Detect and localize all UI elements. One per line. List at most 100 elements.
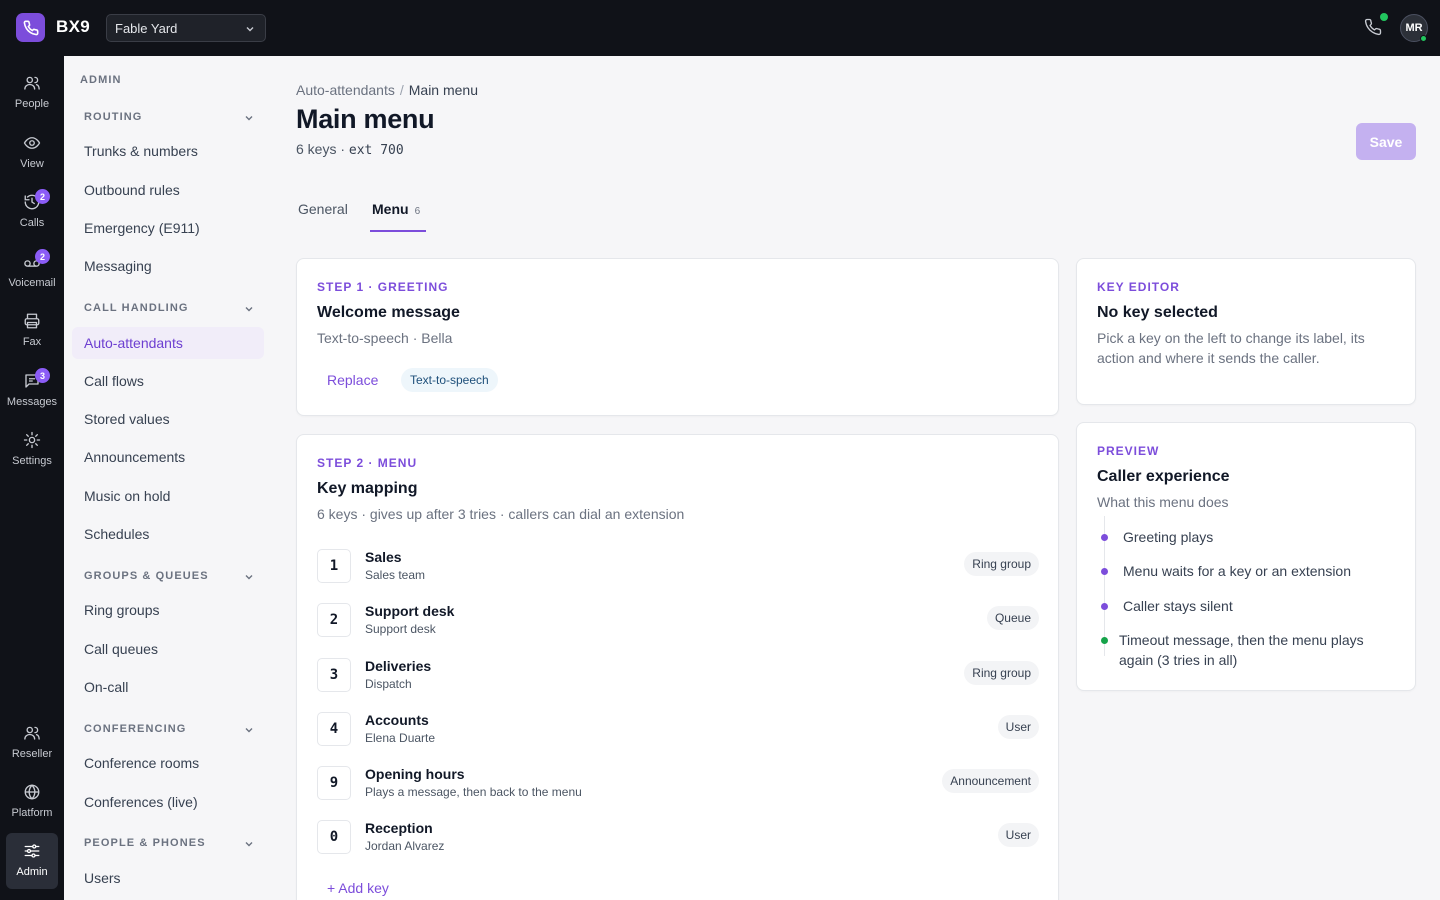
sidebar-item-users[interactable]: Users (84, 870, 121, 886)
rail-item-fax[interactable]: Fax (0, 306, 64, 362)
replace-button[interactable]: Replace (327, 372, 378, 388)
sidebar-item-auto-attendants[interactable]: Auto-attendants (72, 327, 264, 359)
key-editor-help: Pick a key on the left to change its lab… (1097, 330, 1365, 366)
softphone-button[interactable] (1364, 18, 1382, 41)
preview-card: PREVIEW Caller experience What this menu… (1076, 422, 1416, 691)
key-type-badge: Ring group (964, 661, 1039, 685)
section-groups-queues[interactable]: GROUPS & QUEUES (84, 570, 254, 582)
sidebar-item-conference-rooms[interactable]: Conference rooms (84, 755, 199, 771)
extension: ext 700 (348, 143, 404, 158)
sidebar-item-schedules[interactable]: Schedules (84, 526, 149, 542)
sidebar-item-trunks[interactable]: Trunks & numbers (84, 143, 198, 159)
key-name: Support desk (365, 603, 455, 619)
sidebar-heading: ADMIN (80, 74, 122, 86)
sidebar-item-announcements[interactable]: Announcements (84, 449, 185, 465)
rail-item-people[interactable]: People (0, 68, 64, 124)
sidebar-item-call-queues[interactable]: Call queues (84, 641, 158, 657)
add-key-button[interactable]: + Add key (327, 880, 389, 896)
section-title: GROUPS & QUEUES (84, 570, 209, 582)
people-icon (24, 76, 40, 90)
sidebar-item-on-call[interactable]: On-call (84, 679, 128, 695)
rail-item-platform[interactable]: Platform (0, 777, 64, 833)
org-select[interactable]: Fable Yard (106, 14, 266, 42)
key-row[interactable]: 0 Reception Jordan Alvarez User (317, 820, 1039, 856)
sidebar-item-messaging[interactable]: Messaging (84, 258, 152, 274)
card-title: Welcome message (317, 304, 460, 321)
section-call-handling[interactable]: CALL HANDLING (84, 302, 254, 314)
key-row[interactable]: 2 Support desk Support desk Queue (317, 603, 1039, 639)
key-editor-card: KEY EDITOR No key selected Pick a key on… (1076, 258, 1416, 405)
rail-label: Calls (19, 217, 45, 229)
timeline-text: Caller stays silent (1123, 598, 1233, 614)
rail-item-settings[interactable]: Settings (0, 425, 64, 481)
presence-dot (1420, 35, 1427, 42)
key-count: 6 keys · (296, 141, 349, 157)
sun-icon (23, 431, 41, 449)
printer-icon (24, 313, 40, 329)
key-type-badge: User (997, 715, 1039, 739)
step-label: STEP 1 · GREETING (317, 280, 449, 294)
chevron-down-icon (245, 575, 253, 580)
key-destination: Plays a message, then back to the menu (365, 785, 582, 799)
rail-label: Messages (6, 396, 58, 408)
card-title: Key mapping (317, 480, 418, 497)
calls-badge: 2 (35, 189, 50, 204)
key-row[interactable]: 9 Opening hours Plays a message, then ba… (317, 766, 1039, 802)
card-title: Caller experience (1097, 468, 1230, 485)
rail-label: View (20, 158, 44, 170)
messages-badge: 3 (35, 368, 50, 383)
rail-item-admin[interactable]: Admin (6, 833, 58, 889)
sidebar-item-stored-values[interactable]: Stored values (84, 411, 170, 427)
tab-count: 6 (414, 206, 421, 217)
step-label: STEP 2 · MENU (317, 456, 418, 470)
globe-icon (24, 784, 40, 800)
tts-chip: Text-to-speech (401, 368, 498, 392)
sidebar-item-music-on-hold[interactable]: Music on hold (84, 488, 170, 504)
sidebar-item-outbound-rules[interactable]: Outbound rules (84, 182, 180, 198)
sidebar-item-conferences-live[interactable]: Conferences (live) (84, 794, 198, 810)
tab-menu[interactable]: Menu 6 (372, 201, 420, 217)
phone-icon (1364, 18, 1382, 36)
key-row[interactable]: 1 Sales Sales team Ring group (317, 549, 1039, 585)
key-row[interactable]: 4 Accounts Elena Duarte User (317, 712, 1039, 748)
key-type-badge: Announcement (942, 769, 1039, 793)
rail-label: Reseller (11, 748, 53, 760)
timeline-dot (1101, 534, 1108, 541)
section-conferencing[interactable]: CONFERENCING (84, 723, 254, 735)
key-name: Reception (365, 820, 433, 836)
key-digit: 0 (317, 820, 351, 854)
key-destination: Support desk (365, 622, 436, 636)
key-name: Opening hours (365, 766, 465, 782)
rail-item-calls[interactable]: 2 Calls (0, 187, 64, 243)
rail-item-view[interactable]: View (0, 128, 64, 184)
sliders-icon (24, 844, 40, 858)
section-people-phones[interactable]: PEOPLE & PHONES (84, 837, 254, 849)
rail-label: Fax (22, 336, 42, 348)
rail-item-voicemail[interactable]: 2 Voicemail (0, 247, 64, 303)
sidebar-item-emergency[interactable]: Emergency (E911) (84, 220, 200, 236)
tab-label: Menu (372, 201, 409, 217)
timeline-text: Timeout message, then the menu plays aga… (1119, 632, 1364, 668)
timeline-text: Menu waits for a key or an extension (1123, 563, 1352, 579)
timeline-dot-final (1101, 637, 1108, 644)
key-type-badge: Ring group (964, 552, 1039, 576)
card-subtitle: What this menu does (1097, 494, 1229, 510)
phone-icon (23, 20, 38, 35)
key-type-badge: User (997, 823, 1039, 847)
rail-label: Voicemail (8, 277, 56, 289)
card-subtitle: 6 keys · gives up after 3 tries · caller… (317, 506, 685, 522)
rail-item-reseller[interactable]: Reseller (0, 718, 64, 774)
tab-general[interactable]: General (298, 201, 348, 217)
key-name: Sales (365, 549, 402, 565)
section-routing[interactable]: ROUTING (84, 111, 254, 123)
key-destination: Elena Duarte (365, 731, 436, 745)
sidebar-item-call-flows[interactable]: Call flows (84, 373, 144, 389)
timeline-dot (1101, 603, 1108, 610)
sidebar-item-ring-groups[interactable]: Ring groups (84, 602, 160, 618)
key-digit: 1 (317, 549, 351, 583)
app-logo[interactable] (16, 13, 45, 42)
breadcrumb-link[interactable]: Auto-attendants (296, 82, 395, 98)
key-row[interactable]: 3 Deliveries Dispatch Ring group (317, 658, 1039, 694)
save-button[interactable]: Save (1356, 123, 1416, 160)
rail-item-messages[interactable]: 3 Messages (0, 366, 64, 422)
